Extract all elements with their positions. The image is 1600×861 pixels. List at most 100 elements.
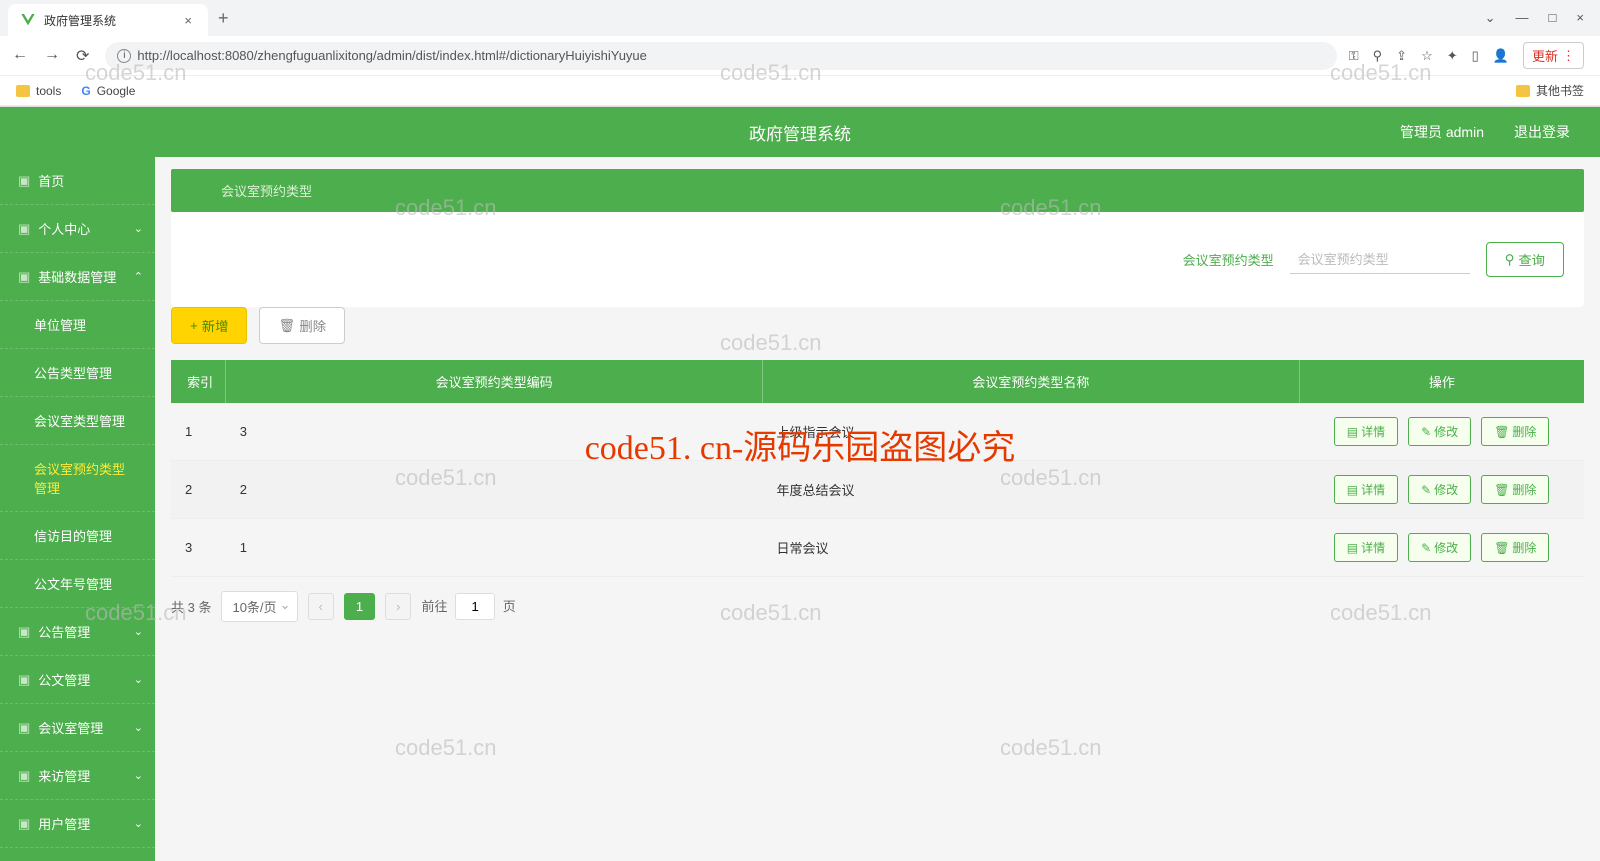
- browser-tab[interactable]: 政府管理系统 ×: [8, 4, 208, 36]
- sidebar-item-visit-mgmt[interactable]: ▣来访管理⌄: [0, 752, 155, 800]
- cell-actions: ▤详情 ✎修改 🗑删除: [1299, 461, 1584, 519]
- sidebar-item-doc-mgmt[interactable]: ▣公文管理⌄: [0, 656, 155, 704]
- url-bar[interactable]: i http://localhost:8080/zhengfuguanlixit…: [105, 42, 1336, 70]
- nav-bar: ← → ⟳ i http://localhost:8080/zhengfugua…: [0, 36, 1600, 76]
- chevron-down-icon: ⌄: [134, 222, 143, 235]
- chevron-down-icon: ⌄: [134, 625, 143, 638]
- close-icon[interactable]: ×: [180, 13, 196, 28]
- cell-name: 年度总结会议: [762, 461, 1299, 519]
- cell-index: 1: [171, 403, 226, 461]
- detail-button[interactable]: ▤详情: [1334, 475, 1398, 504]
- sidebar-item-unit-mgmt[interactable]: 单位管理: [0, 301, 155, 349]
- current-user[interactable]: 管理员 admin: [1400, 122, 1484, 142]
- back-icon[interactable]: ←: [12, 46, 28, 66]
- doc-icon: ▤: [1347, 541, 1358, 555]
- bookmark-other[interactable]: 其他书签: [1516, 82, 1584, 99]
- edit-icon: ✎: [1421, 541, 1431, 555]
- sidebar-item-notice-type[interactable]: 公告类型管理: [0, 349, 155, 397]
- sidebar-item-notice-mgmt[interactable]: ▣公告管理⌄: [0, 608, 155, 656]
- page-next[interactable]: ›: [385, 593, 411, 620]
- site-info-icon[interactable]: i: [117, 49, 131, 63]
- bookmarks-bar: tools GGoogle 其他书签: [0, 76, 1600, 106]
- delete-button[interactable]: 🗑删除: [1481, 475, 1549, 504]
- page-current[interactable]: 1: [344, 593, 375, 620]
- delete-button[interactable]: 🗑删除: [1481, 417, 1549, 446]
- tab-title: 政府管理系统: [44, 12, 180, 29]
- minimize-icon[interactable]: —: [1516, 10, 1529, 26]
- edit-button[interactable]: ✎修改: [1408, 475, 1471, 504]
- table-row: 31日常会议▤详情✎修改🗑删除: [171, 519, 1584, 577]
- trash-icon: 🗑: [1494, 483, 1509, 497]
- cell-code: 3: [226, 403, 763, 461]
- chevron-down-icon: ⌄: [134, 817, 143, 830]
- close-window-icon[interactable]: ×: [1576, 10, 1584, 26]
- delete-button[interactable]: 🗑删除: [1481, 533, 1549, 562]
- sidebar-item-room-type[interactable]: 会议室类型管理: [0, 397, 155, 445]
- chevron-down-icon: ⌄: [134, 721, 143, 734]
- th-name: 会议室预约类型名称: [762, 360, 1299, 403]
- delete-bulk-button[interactable]: 🗑删除: [259, 307, 345, 344]
- sidebar-item-doc-year[interactable]: 公文年号管理: [0, 560, 155, 608]
- data-icon: ▣: [18, 269, 30, 285]
- sidebar-item-profile[interactable]: ▣个人中心⌄: [0, 205, 155, 253]
- data-table: 索引 会议室预约类型编码 会议室预约类型名称 操作 13上级指示会议▤详情✎修改…: [171, 360, 1584, 577]
- search-input[interactable]: [1290, 246, 1470, 274]
- chevron-up-icon: ⌃: [134, 270, 143, 283]
- user-icon: ▣: [18, 221, 30, 237]
- bookmark-tools[interactable]: tools: [16, 84, 61, 98]
- table-row: 13上级指示会议▤详情✎修改🗑删除: [171, 403, 1584, 461]
- app-header: 政府管理系统 管理员 admin 退出登录: [0, 107, 1600, 157]
- pagination: 共 3 条 10条/页 ‹ 1 › 前往 页: [171, 577, 1584, 636]
- sidebar-item-petition[interactable]: 信访目的管理: [0, 512, 155, 560]
- extensions-icon[interactable]: ✦: [1447, 48, 1458, 64]
- search-button[interactable]: ⚲查询: [1486, 242, 1564, 277]
- page-goto-input[interactable]: [455, 593, 495, 620]
- detail-button[interactable]: ▤详情: [1334, 533, 1398, 562]
- table-header-row: 索引 会议室预约类型编码 会议室预约类型名称 操作: [171, 360, 1584, 403]
- action-row: +新增 🗑删除: [171, 307, 1584, 360]
- table-row: 22年度总结会议▤详情✎修改🗑删除: [171, 461, 1584, 519]
- key-icon[interactable]: ⚿: [1349, 48, 1359, 64]
- trash-icon: 🗑: [278, 318, 295, 334]
- update-button[interactable]: 更新⋮: [1523, 42, 1584, 69]
- forward-icon[interactable]: →: [44, 46, 60, 66]
- pagination-total: 共 3 条: [171, 597, 211, 616]
- search-icon[interactable]: ⚲: [1373, 48, 1383, 64]
- chevron-down-icon: ⌄: [134, 673, 143, 686]
- star-icon[interactable]: ☆: [1421, 48, 1433, 64]
- bookmark-google[interactable]: GGoogle: [81, 84, 135, 98]
- sidebar-item-room-mgmt[interactable]: ▣会议室管理⌄: [0, 704, 155, 752]
- sidebar-item-user-mgmt[interactable]: ▣用户管理⌄: [0, 800, 155, 848]
- main-content: 会议室预约类型 会议室预约类型 ⚲查询 +新增 🗑删除 索引 会议室预约类型编码…: [155, 157, 1600, 861]
- share-icon[interactable]: ⇪: [1396, 48, 1407, 64]
- cell-actions: ▤详情 ✎修改 🗑删除: [1299, 519, 1584, 577]
- sidebar-item-booking-type[interactable]: 会议室预约类型管理: [0, 445, 155, 512]
- cell-name: 日常会议: [762, 519, 1299, 577]
- edit-icon: ✎: [1421, 483, 1431, 497]
- maximize-icon[interactable]: □: [1549, 10, 1557, 26]
- doc-icon: ▤: [1347, 483, 1358, 497]
- vue-favicon-icon: [20, 12, 36, 28]
- sidebar-item-basic-data[interactable]: ▣基础数据管理⌃: [0, 253, 155, 301]
- panel-icon[interactable]: ▯: [1472, 48, 1479, 64]
- detail-button[interactable]: ▤详情: [1334, 417, 1398, 446]
- edit-button[interactable]: ✎修改: [1408, 533, 1471, 562]
- profile-icon[interactable]: 👤: [1493, 48, 1509, 64]
- add-button[interactable]: +新增: [171, 307, 247, 344]
- cell-code: 2: [226, 461, 763, 519]
- logout-button[interactable]: 退出登录: [1514, 122, 1570, 142]
- page-prev[interactable]: ‹: [308, 593, 334, 620]
- page-size-select[interactable]: 10条/页: [221, 591, 297, 622]
- plus-icon: +: [190, 318, 198, 333]
- google-icon: G: [81, 84, 90, 98]
- edit-button[interactable]: ✎修改: [1408, 417, 1471, 446]
- room-icon: ▣: [18, 720, 30, 736]
- visit-icon: ▣: [18, 768, 30, 784]
- cell-index: 2: [171, 461, 226, 519]
- reload-icon[interactable]: ⟳: [76, 46, 89, 66]
- dropdown-icon[interactable]: ⌄: [1485, 10, 1496, 26]
- new-tab-button[interactable]: +: [208, 8, 239, 29]
- breadcrumb: 会议室预约类型: [171, 169, 1584, 212]
- sidebar-item-home[interactable]: ▣首页: [0, 157, 155, 205]
- chevron-down-icon: ⌄: [134, 769, 143, 782]
